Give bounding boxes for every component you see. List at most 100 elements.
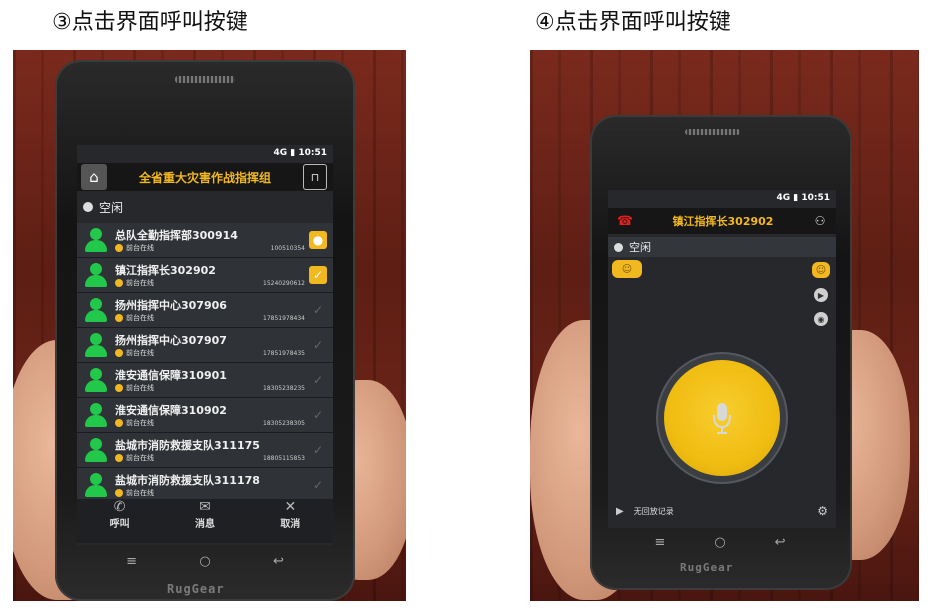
member-checkbox[interactable]: ✓ xyxy=(309,406,327,424)
member-name: 盐城市消防救援支队311178 xyxy=(115,474,260,487)
member-name: 扬州指挥中心307906 xyxy=(115,299,227,312)
member-info: 扬州指挥中心307906 前台在线 17851978434 xyxy=(115,293,309,327)
member-info: 淮安通信保障310902 前台在线 18305238305 xyxy=(115,398,309,432)
mail-icon: ✉ xyxy=(199,499,211,515)
member-status: 前台在线 xyxy=(115,383,154,393)
member-status: 前台在线 xyxy=(115,418,154,428)
member-row[interactable]: 淮安通信保障310901 前台在线 18305238235 ✓ xyxy=(77,363,333,398)
member-status-text: 前台在线 xyxy=(126,454,154,462)
member-row[interactable]: 盐城市消防救援支队311175 前台在线 18805115853 ✓ xyxy=(77,433,333,468)
battery-icon: ▮ xyxy=(793,193,799,203)
talk-button[interactable] xyxy=(664,360,780,476)
online-status-icon xyxy=(115,384,123,392)
member-info: 扬州指挥中心307907 前台在线 17851978435 xyxy=(115,328,309,362)
settings-gear-icon[interactable]: ⚙ xyxy=(817,504,828,518)
bottom-actions: ✆ 呼叫 ✉ 消息 ✕ 取消 xyxy=(77,499,333,543)
action-phone-button[interactable]: ✆ 呼叫 xyxy=(110,499,130,543)
right-brand-logo: RugGear xyxy=(680,561,734,574)
idle-row: 空闲 xyxy=(77,195,333,219)
member-name: 总队全勤指挥部300914 xyxy=(115,229,238,242)
online-status-icon xyxy=(115,419,123,427)
action-label: 呼叫 xyxy=(109,519,130,530)
right-screen: 4G ▮ 10:51 ☎ 镇江指挥长302902 ⚇ 空闲 ☺ ☺ ▶ ◉ ▶ … xyxy=(608,190,836,528)
video-icon[interactable]: ▶ xyxy=(814,288,828,302)
online-status-icon xyxy=(115,244,123,252)
member-info: 盐城市消防救援支队311178 前台在线 xyxy=(115,468,309,502)
left-header: ⌂ 全省重大灾害作战指挥组 ⊓ xyxy=(77,163,333,191)
online-status-icon xyxy=(115,454,123,462)
member-status: 前台在线 xyxy=(115,313,154,323)
member-number: 17851978434 xyxy=(263,315,305,322)
hangup-icon[interactable]: ☎ xyxy=(614,211,636,231)
left-nav-keys: ≡ ○ ↩ xyxy=(95,554,315,569)
user-avatar-icon xyxy=(83,332,109,358)
member-status-text: 前台在线 xyxy=(126,349,154,357)
action-close-button[interactable]: ✕ 取消 xyxy=(280,499,300,543)
home-key-icon[interactable]: ○ xyxy=(714,535,725,550)
close-icon: ✕ xyxy=(284,499,297,515)
menu-key-icon[interactable]: ≡ xyxy=(654,535,665,550)
user-avatar-icon xyxy=(83,367,109,393)
member-checkbox[interactable]: ✓ xyxy=(309,266,327,284)
user-avatar-icon xyxy=(83,472,109,498)
member-info: 总队全勤指挥部300914 前台在线 100510354 xyxy=(115,223,309,257)
right-phone-body: 4G ▮ 10:51 ☎ 镇江指挥长302902 ⚇ 空闲 ☺ ☺ ▶ ◉ ▶ … xyxy=(590,115,852,590)
member-number: 18305238305 xyxy=(263,420,305,427)
user-avatar-icon xyxy=(83,297,109,323)
member-info: 镇江指挥长302902 前台在线 15240290612 xyxy=(115,258,309,292)
member-name: 淮安通信保障310901 xyxy=(115,369,227,382)
microphone-icon xyxy=(713,403,731,434)
left-status-pill-icon[interactable]: ☺ xyxy=(612,260,642,278)
member-info: 淮安通信保障310901 前台在线 18305238235 xyxy=(115,363,309,397)
idle-label: 空闲 xyxy=(629,241,651,254)
user-avatar-icon xyxy=(83,402,109,428)
member-status-text: 前台在线 xyxy=(126,244,154,252)
member-row[interactable]: 总队全勤指挥部300914 前台在线 100510354 ● xyxy=(77,223,333,258)
member-name: 镇江指挥长302902 xyxy=(115,264,216,277)
member-checkbox[interactable]: ● xyxy=(309,231,327,249)
member-row[interactable]: 扬州指挥中心307906 前台在线 17851978434 ✓ xyxy=(77,293,333,328)
action-label: 取消 xyxy=(280,519,301,530)
member-number: 100510354 xyxy=(270,245,305,252)
menu-key-icon[interactable]: ≡ xyxy=(126,554,137,569)
member-status: 前台在线 xyxy=(115,453,154,463)
callee-title: 镇江指挥长302902 xyxy=(672,215,774,228)
online-status-icon xyxy=(115,349,123,357)
member-status-text: 前台在线 xyxy=(126,314,154,322)
member-name: 淮安通信保障310902 xyxy=(115,404,227,417)
left-phone-body: 4G ▮ 10:51 ⌂ 全省重大灾害作战指挥组 ⊓ 空闲 总队全勤指挥部300… xyxy=(55,60,355,601)
unlock-icon[interactable]: ⊓ xyxy=(303,164,327,190)
home-icon[interactable]: ⌂ xyxy=(81,164,107,190)
member-status: 前台在线 xyxy=(115,488,154,498)
home-key-icon[interactable]: ○ xyxy=(199,554,210,569)
left-status-bar: 4G ▮ 10:51 xyxy=(273,148,327,158)
step-3-caption: ③点击界面呼叫按键 xyxy=(52,10,248,35)
back-key-icon[interactable]: ↩ xyxy=(273,554,284,569)
user-avatar-icon xyxy=(83,227,109,253)
member-row[interactable]: 淮安通信保障310902 前台在线 18305238305 ✓ xyxy=(77,398,333,433)
member-number: 17851978435 xyxy=(263,350,305,357)
member-checkbox[interactable]: ✓ xyxy=(309,371,327,389)
member-status: 前台在线 xyxy=(115,348,154,358)
idle-row: 空闲 xyxy=(608,237,836,257)
add-user-icon[interactable]: ⚇ xyxy=(810,211,830,231)
action-mail-button[interactable]: ✉ 消息 xyxy=(195,499,215,543)
member-row[interactable]: 镇江指挥长302902 前台在线 15240290612 ✓ xyxy=(77,258,333,293)
play-icon[interactable]: ▶ xyxy=(616,506,624,517)
member-checkbox[interactable]: ✓ xyxy=(309,441,327,459)
member-status-text: 前台在线 xyxy=(126,489,154,497)
idle-label: 空闲 xyxy=(99,200,124,215)
phone-icon: ✆ xyxy=(113,499,126,515)
back-key-icon[interactable]: ↩ xyxy=(775,535,786,550)
member-checkbox[interactable]: ✓ xyxy=(309,336,327,354)
left-brand-logo: RugGear xyxy=(167,582,225,596)
right-status-pill-icon[interactable]: ☺ xyxy=(812,262,830,278)
member-row[interactable]: 盐城市消防救援支队311178 前台在线 ✓ xyxy=(77,468,333,503)
member-checkbox[interactable]: ✓ xyxy=(309,476,327,494)
camera-icon[interactable]: ◉ xyxy=(814,312,828,326)
right-photo: 4G ▮ 10:51 ☎ 镇江指挥长302902 ⚇ 空闲 ☺ ☺ ▶ ◉ ▶ … xyxy=(530,50,919,601)
member-checkbox[interactable]: ✓ xyxy=(309,301,327,319)
member-status-text: 前台在线 xyxy=(126,279,154,287)
member-name: 扬州指挥中心307907 xyxy=(115,334,227,347)
member-row[interactable]: 扬州指挥中心307907 前台在线 17851978435 ✓ xyxy=(77,328,333,363)
